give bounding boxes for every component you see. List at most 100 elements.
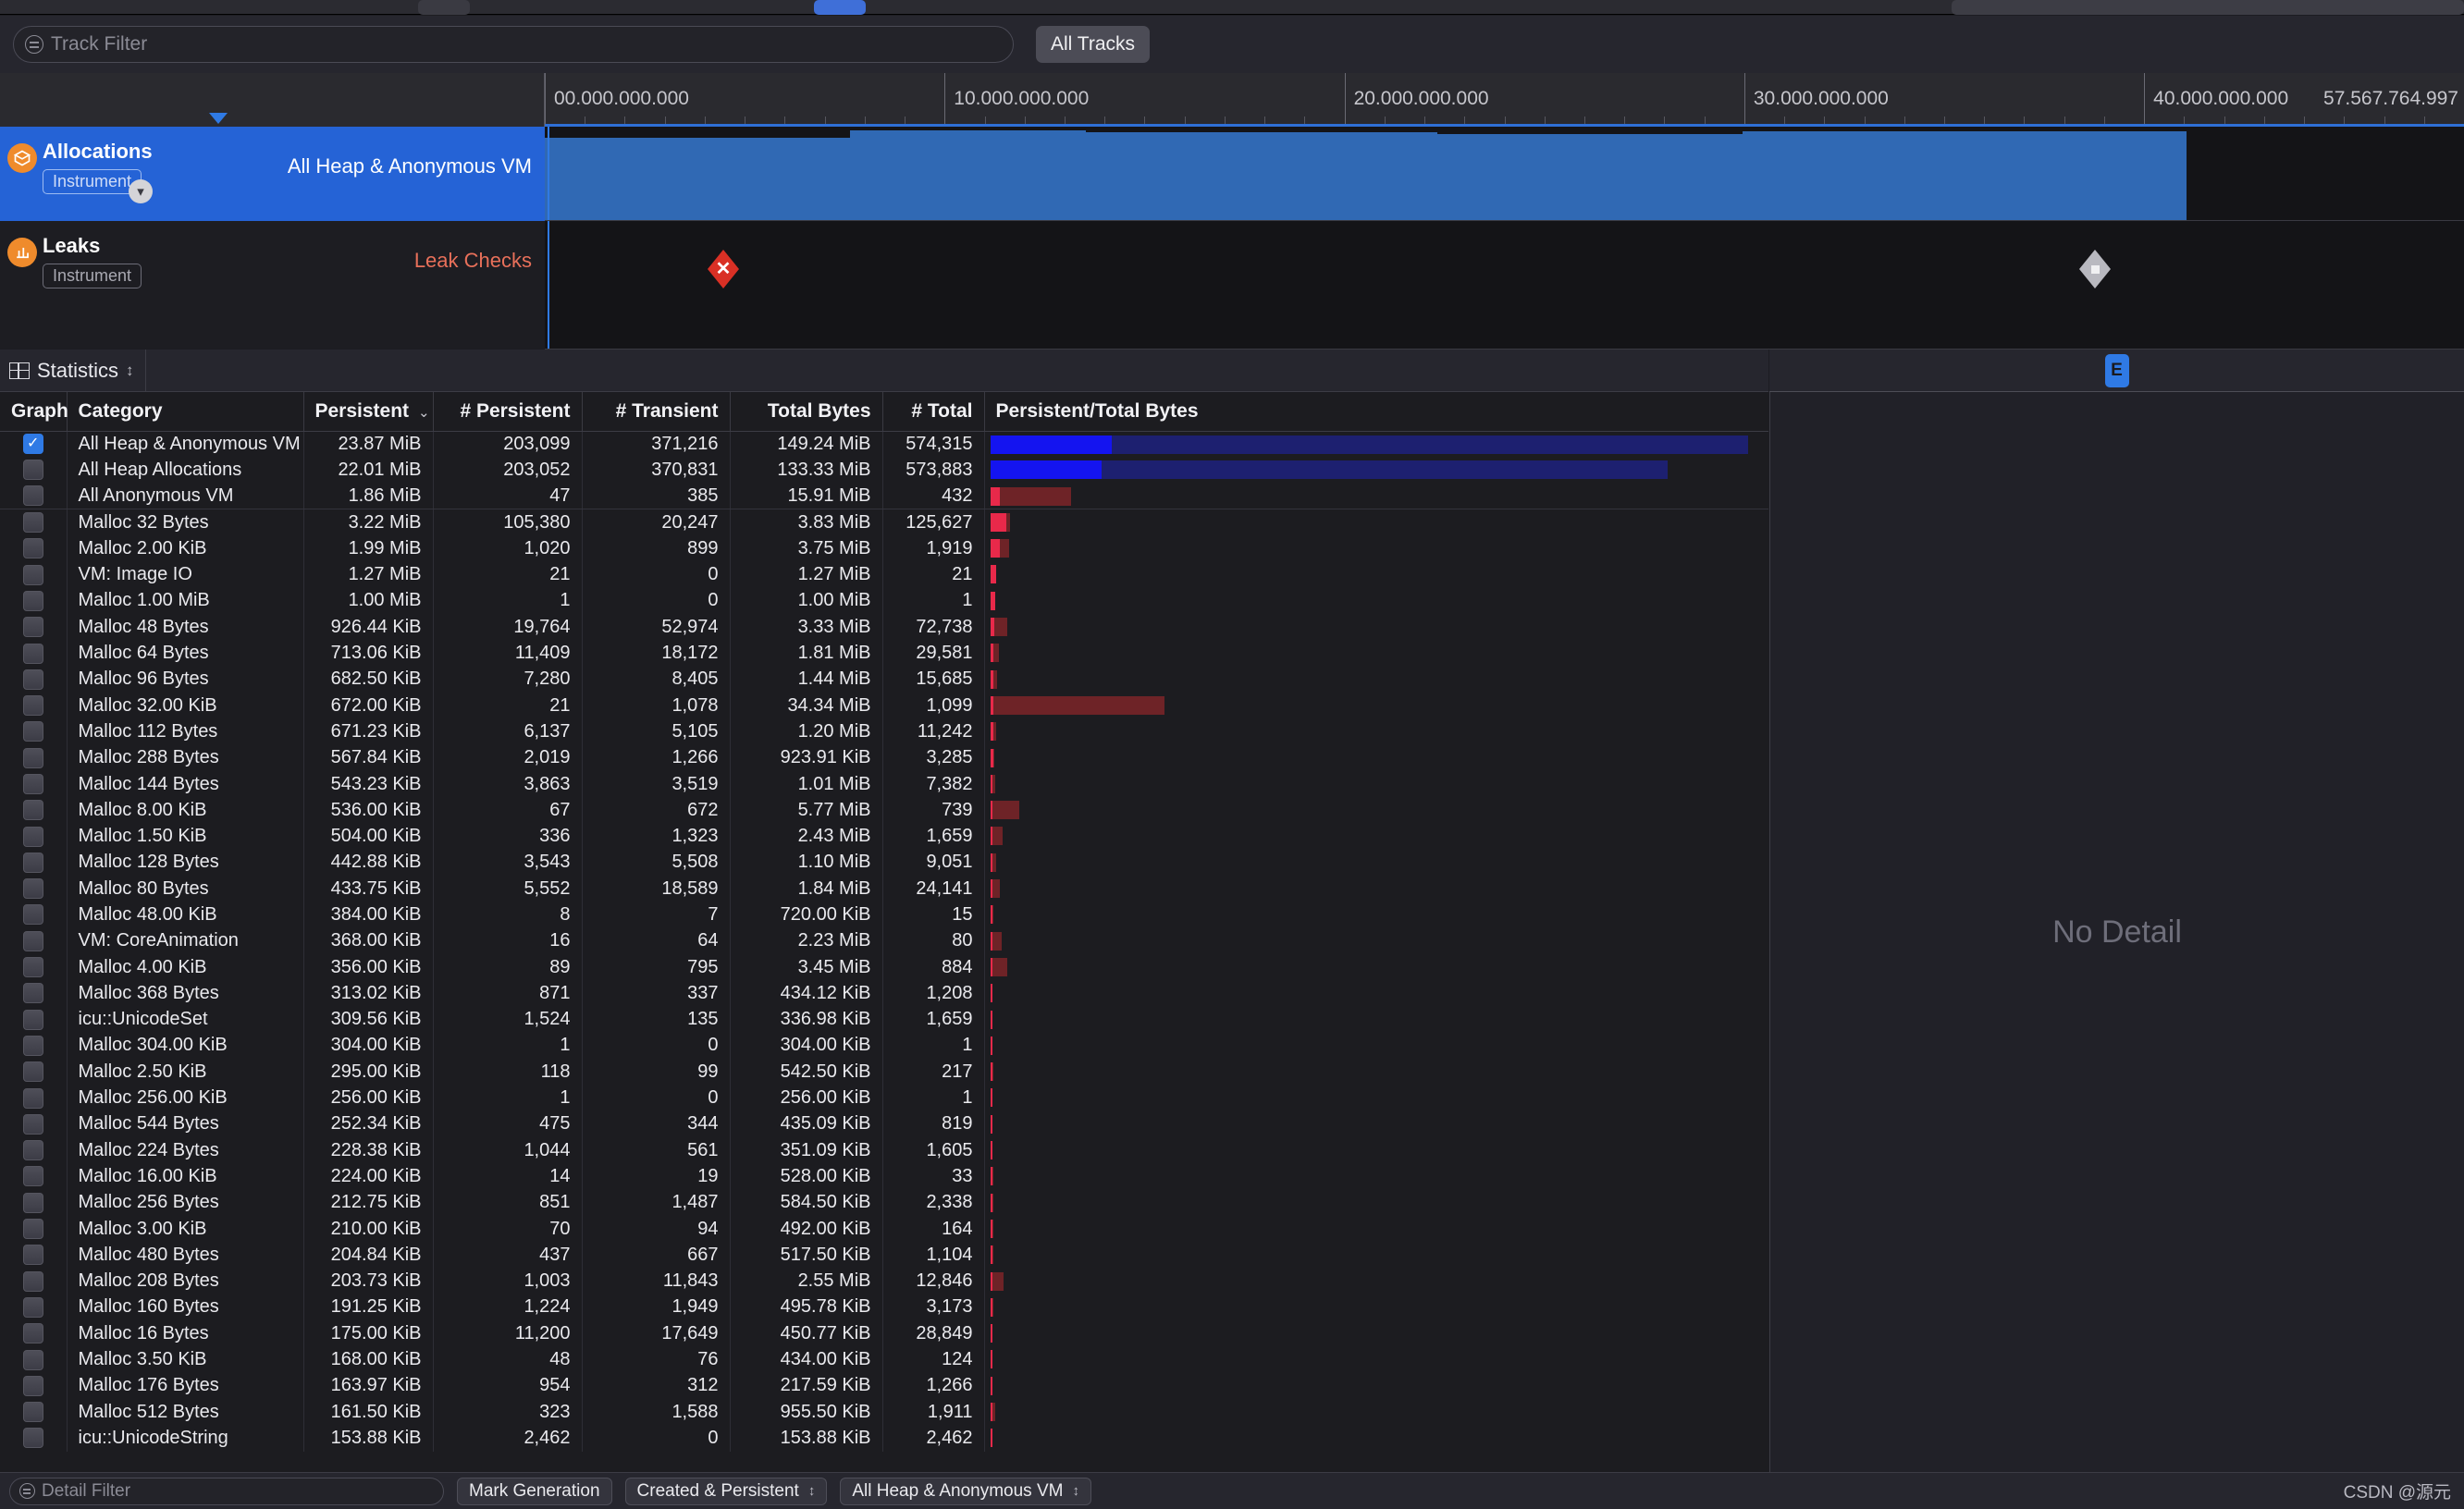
graph-checkbox[interactable]	[22, 1113, 43, 1135]
graph-checkbox[interactable]	[22, 957, 43, 978]
graph-checkbox-cell[interactable]	[0, 614, 68, 641]
table-row[interactable]: VM: CoreAnimation 368.00 KiB 16 64 2.23 MiB 8…	[0, 927, 1768, 954]
all-tracks-button[interactable]: All Tracks	[1036, 26, 1151, 63]
graph-checkbox[interactable]	[22, 538, 43, 559]
chevron-down-icon[interactable]: ▾	[129, 179, 154, 203]
graph-checkbox-cell[interactable]	[0, 1189, 68, 1216]
graph-checkbox[interactable]	[22, 1296, 43, 1318]
graph-checkbox[interactable]	[22, 1428, 43, 1449]
graph-checkbox[interactable]	[22, 774, 43, 794]
track-allocations-header[interactable]: Allocations Instrument ▾ All Heap & Anon…	[0, 127, 545, 221]
table-row[interactable]: Malloc 256.00 KiB 256.00 KiB 1 0 256.00 KiB 1	[0, 1085, 1768, 1111]
track-leaks-graph[interactable]: ✕	[545, 221, 2464, 350]
extension-badge[interactable]: E	[2104, 353, 2129, 387]
graph-checkbox-cell[interactable]	[0, 770, 68, 798]
scope-select[interactable]: All Heap & Anonymous VM ↕	[840, 1477, 1091, 1505]
track-leaks-header[interactable]: Leaks Instrument Leak Checks	[0, 221, 545, 350]
graph-checkbox[interactable]	[22, 564, 43, 585]
graph-checkbox-cell[interactable]	[0, 1163, 68, 1190]
graph-checkbox-cell[interactable]	[0, 509, 68, 536]
graph-checkbox-cell[interactable]	[0, 1110, 68, 1138]
table-row[interactable]: Malloc 64 Bytes 713.06 KiB 11,409 18,172 1.8…	[0, 640, 1768, 667]
playhead-line-leaks[interactable]	[548, 221, 549, 350]
graph-checkbox-cell[interactable]	[0, 1294, 68, 1321]
column-header-persistent-total-bytes[interactable]: Persistent/Total Bytes	[984, 392, 1768, 432]
column-header-total[interactable]: # Total	[882, 392, 985, 432]
table-row[interactable]: Malloc 3.00 KiB 210.00 KiB 70 94 492.00 KiB 1…	[0, 1215, 1768, 1243]
column-header-persistent[interactable]: # Persistent	[433, 392, 583, 432]
graph-checkbox-cell[interactable]	[0, 902, 68, 928]
graph-checkbox-cell[interactable]	[0, 1372, 68, 1399]
track-leaks-badge[interactable]: Instrument	[43, 264, 142, 288]
column-header-persistent[interactable]: Persistent ⌄	[303, 392, 434, 432]
graph-checkbox-cell[interactable]	[0, 1346, 68, 1373]
graph-checkbox-cell[interactable]	[0, 1425, 68, 1452]
column-header-graph[interactable]: Graph	[0, 392, 68, 432]
track-allocations-badge[interactable]: Instrument ▾	[43, 169, 154, 203]
table-row[interactable]: Malloc 16.00 KiB 224.00 KiB 14 19 528.00 KiB…	[0, 1163, 1768, 1190]
track-allocations[interactable]: Allocations Instrument ▾ All Heap & Anon…	[0, 127, 2464, 221]
mark-generation-button[interactable]: Mark Generation	[457, 1477, 612, 1505]
graph-checkbox-cell[interactable]	[0, 1215, 68, 1243]
created-persistent-select[interactable]: Created & Persistent ↕	[624, 1477, 828, 1505]
graph-checkbox-cell[interactable]	[0, 823, 68, 850]
graph-checkbox-cell[interactable]	[0, 1059, 68, 1086]
graph-checkbox[interactable]	[22, 695, 43, 717]
track-filter-input[interactable]: Track Filter	[13, 26, 1014, 63]
graph-checkbox[interactable]	[22, 721, 43, 742]
table-row[interactable]: Malloc 1.50 KiB 504.00 KiB 336 1,323 2.43 Mi…	[0, 823, 1768, 850]
table-row[interactable]: Malloc 368 Bytes 313.02 KiB 871 337 434.12 K…	[0, 980, 1768, 1007]
graph-checkbox[interactable]	[22, 852, 43, 873]
table-row[interactable]: All Heap Allocations 22.01 MiB 203,052 370,…	[0, 457, 1768, 484]
statistics-table-scroll[interactable]: Graph Category Persistent ⌄ # Persistent # Tr…	[0, 392, 1768, 1472]
graph-checkbox[interactable]	[22, 1087, 43, 1109]
table-row[interactable]: Malloc 128 Bytes 442.88 KiB 3,543 5,508 1.10…	[0, 849, 1768, 877]
graph-checkbox-cell[interactable]	[0, 535, 68, 562]
graph-checkbox-cell[interactable]	[0, 927, 68, 954]
table-row[interactable]: Malloc 208 Bytes 203.73 KiB 1,003 11,843 2.5…	[0, 1268, 1768, 1294]
graph-checkbox[interactable]	[22, 1166, 43, 1187]
graph-checkbox-cell[interactable]	[0, 666, 68, 693]
playhead-line[interactable]	[548, 127, 549, 221]
graph-checkbox[interactable]	[22, 800, 43, 821]
graph-checkbox[interactable]	[22, 1245, 43, 1266]
table-row[interactable]: Malloc 96 Bytes 682.50 KiB 7,280 8,405 1.44 …	[0, 666, 1768, 693]
table-row[interactable]: Malloc 176 Bytes 163.97 KiB 954 312 217.59 K…	[0, 1372, 1768, 1399]
graph-checkbox-cell[interactable]	[0, 1320, 68, 1347]
table-row[interactable]: Malloc 112 Bytes 671.23 KiB 6,137 5,105 1.20…	[0, 718, 1768, 745]
table-row[interactable]: Malloc 16 Bytes 175.00 KiB 11,200 17,649 450…	[0, 1320, 1768, 1347]
track-leaks[interactable]: Leaks Instrument Leak Checks ✕	[0, 221, 2464, 350]
table-row[interactable]: Malloc 224 Bytes 228.38 KiB 1,044 561 351.09…	[0, 1137, 1768, 1164]
graph-checkbox[interactable]	[22, 983, 43, 1004]
graph-checkbox-cell[interactable]	[0, 483, 68, 510]
graph-checkbox[interactable]	[22, 1009, 43, 1030]
graph-checkbox[interactable]	[22, 1035, 43, 1056]
graph-checkbox[interactable]	[22, 460, 43, 481]
graph-checkbox[interactable]	[22, 747, 43, 768]
table-row[interactable]: Malloc 3.50 KiB 168.00 KiB 48 76 434.00 KiB 1…	[0, 1346, 1768, 1373]
graph-checkbox-cell[interactable]	[0, 457, 68, 484]
graph-checkbox-cell[interactable]	[0, 718, 68, 745]
table-row[interactable]: Malloc 32 Bytes 3.22 MiB 105,380 20,247 3.83…	[0, 509, 1768, 536]
graph-checkbox-cell[interactable]	[0, 876, 68, 902]
statistics-stepper-icon[interactable]: ↕	[126, 362, 134, 380]
graph-checkbox-cell[interactable]	[0, 1398, 68, 1426]
table-row[interactable]: Malloc 144 Bytes 543.23 KiB 3,863 3,519 1.01…	[0, 770, 1768, 798]
graph-checkbox[interactable]	[22, 512, 43, 534]
column-header-total-bytes[interactable]: Total Bytes	[730, 392, 883, 432]
graph-checkbox-cell[interactable]	[0, 797, 68, 824]
timeline-ruler[interactable]: 00.000.000.000 10.000.000.000 20.000.000.0…	[0, 73, 2464, 127]
toolbar-chip-record[interactable]	[814, 0, 866, 15]
graph-checkbox[interactable]	[22, 1402, 43, 1423]
graph-checkbox-cell[interactable]	[0, 849, 68, 877]
toolbar-chip-left[interactable]	[418, 0, 470, 15]
graph-checkbox[interactable]	[22, 590, 43, 611]
table-row[interactable]: Malloc 2.00 KiB 1.99 MiB 1,020 899 3.75 MiB 1…	[0, 535, 1768, 562]
graph-checkbox-cell[interactable]	[0, 561, 68, 588]
graph-checkbox[interactable]	[22, 878, 43, 900]
graph-checkbox-cell[interactable]	[0, 1268, 68, 1294]
graph-checkbox-cell[interactable]	[0, 744, 68, 771]
graph-checkbox[interactable]	[22, 904, 43, 926]
statistics-label[interactable]: Statistics	[37, 359, 118, 383]
graph-checkbox[interactable]	[22, 1270, 43, 1292]
